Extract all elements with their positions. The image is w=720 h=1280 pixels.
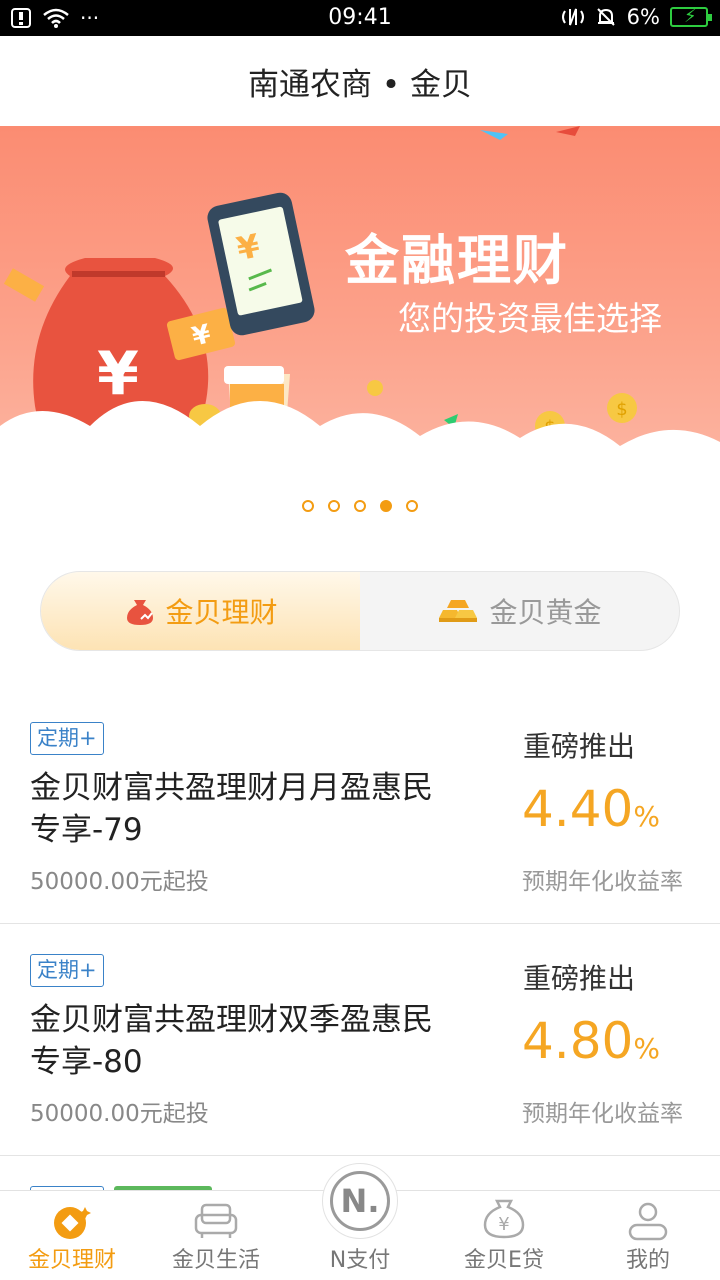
product-rate-label: 预期年化收益率 <box>522 1101 683 1127</box>
product-card[interactable]: 定期+ 金贝财富共盈理财月月盈惠民专享-79 50000.00元起投 重磅推出 … <box>0 692 720 924</box>
rate-value: 4.40 <box>522 780 634 838</box>
svg-text:¥: ¥ <box>97 339 139 409</box>
product-min-investment: 50000.00元起投 <box>30 1101 209 1127</box>
rate-unit: % <box>633 800 660 833</box>
product-rate-label: 预期年化收益率 <box>522 869 683 895</box>
carousel-dots[interactable] <box>0 500 720 512</box>
product-card[interactable]: 定期+ 金贝财富共盈理财双季盈惠民专享-80 50000.00元起投 重磅推出 … <box>0 924 720 1156</box>
nav-item-n-pay[interactable]: N. N支付 <box>288 1163 432 1280</box>
gold-bars-icon <box>439 600 478 622</box>
product-name: 金贝财富共盈理财月月盈惠民专享-79 <box>30 770 433 848</box>
nav-label: 金贝生活 <box>171 1248 260 1273</box>
carousel-dot-active[interactable] <box>380 500 392 512</box>
tab-label: 金贝黄金 <box>489 596 602 629</box>
person-icon <box>628 1202 668 1241</box>
finance-icon <box>54 1207 91 1239</box>
product-min-investment: 50000.00元起投 <box>30 869 209 895</box>
nav-item-jinbei-shenghuo[interactable]: 金贝生活 <box>144 1191 288 1280</box>
n-pay-button[interactable]: N. <box>322 1163 398 1239</box>
n-pay-icon: N. <box>330 1171 390 1231</box>
nav-label: 金贝E贷 <box>464 1248 544 1273</box>
nav-label: 金贝理财 <box>27 1248 116 1273</box>
bell-muted-icon <box>596 8 615 26</box>
carousel-dot[interactable] <box>406 500 418 512</box>
bottom-nav: 金贝理财 金贝生活 N. N支付 ¥ 金贝E贷 我的 <box>0 1163 720 1280</box>
nav-item-jinbei-licai[interactable]: 金贝理财 <box>0 1191 144 1280</box>
product-tag: 定期+ <box>30 722 104 755</box>
product-type-switch: 金贝理财 金贝黄金 <box>40 571 680 651</box>
tab-label: 金贝理财 <box>165 596 278 629</box>
carousel-dot[interactable] <box>302 500 314 512</box>
nfc-icon <box>561 8 584 26</box>
nav-item-jinbei-e-dai[interactable]: ¥ 金贝E贷 <box>432 1191 576 1280</box>
money-bag-chart-icon <box>127 600 154 625</box>
battery-percent: 6% <box>626 5 660 29</box>
svg-text:¥: ¥ <box>498 1214 509 1235</box>
product-rate: 4.80% <box>522 1012 660 1070</box>
nav-label: N支付 <box>329 1248 391 1273</box>
product-name: 金贝财富共盈理财双季盈惠民专享-80 <box>30 1002 433 1080</box>
banner-subtitle: 您的投资最佳选择 <box>398 299 662 338</box>
tab-jinbei-licai[interactable]: 金贝理财 <box>41 572 360 650</box>
product-rate: 4.40% <box>522 780 660 838</box>
product-launch-label: 重磅推出 <box>523 962 636 995</box>
tab-jinbei-huangjin[interactable]: 金贝黄金 <box>360 572 679 650</box>
app-header: 南通农商 • 金贝 <box>0 36 720 126</box>
status-right: 6% ⚡ <box>561 5 712 29</box>
battery-icon: ⚡ <box>670 6 712 27</box>
carousel-dot[interactable] <box>354 500 366 512</box>
svg-text:$: $ <box>616 399 627 420</box>
nav-item-mine[interactable]: 我的 <box>576 1191 720 1280</box>
product-tag: 定期+ <box>30 954 104 987</box>
rate-value: 4.80 <box>522 1012 634 1070</box>
page-title: 南通农商 • 金贝 <box>248 66 472 103</box>
sofa-icon <box>194 1203 238 1238</box>
banner-title: 金融理财 <box>345 229 569 292</box>
status-bar: ··· 09:41 6% ⚡ <box>0 0 720 36</box>
nav-label: 我的 <box>625 1248 670 1273</box>
carousel-dot[interactable] <box>328 500 340 512</box>
product-launch-label: 重磅推出 <box>523 730 636 763</box>
promo-banner[interactable]: ¥ ¥ ¥ $ $ $ 金融理财 您的投资最佳选择 <box>0 126 720 536</box>
rate-unit: % <box>633 1032 660 1065</box>
money-bag-icon: ¥ <box>483 1199 525 1239</box>
